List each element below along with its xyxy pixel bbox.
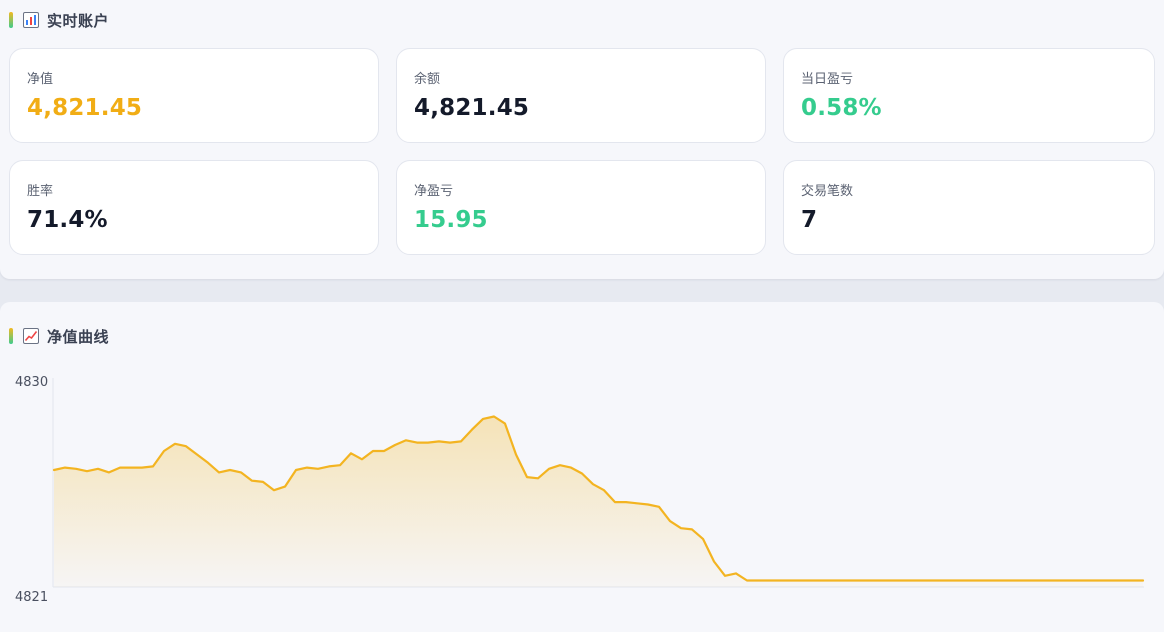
card-label: 净盈亏 — [414, 184, 454, 199]
bar-chart-icon — [23, 12, 39, 28]
section-accent-bar — [9, 12, 13, 28]
card-trade-count: 交易笔数 7 — [783, 160, 1155, 255]
account-section-title: 实时账户 — [47, 11, 110, 30]
card-label: 余额 — [414, 72, 441, 87]
account-section-header: 实时账户 — [9, 10, 109, 30]
card-label: 当日盈亏 — [801, 72, 854, 87]
equity-area — [54, 416, 1143, 587]
card-label: 交易笔数 — [801, 184, 854, 199]
card-value: 4,821.45 — [27, 95, 143, 121]
account-panel: 实时账户 净值 4,821.45 余额 4,821.45 当日盈亏 0.58% … — [0, 0, 1164, 279]
card-value: 15.95 — [414, 207, 488, 233]
card-value: 71.4% — [27, 207, 108, 233]
card-value: 4,821.45 — [414, 95, 530, 121]
card-value: 0.58% — [801, 95, 882, 121]
card-label: 净值 — [27, 72, 54, 87]
card-balance: 余额 4,821.45 — [396, 48, 766, 143]
equity-panel: 净值曲线 4830 4821 — [0, 302, 1164, 632]
equity-chart: 4830 4821 — [15, 375, 1145, 605]
card-net-value: 净值 4,821.45 — [9, 48, 379, 143]
card-net-pnl: 净盈亏 15.95 — [396, 160, 766, 255]
card-daily-pnl: 当日盈亏 0.58% — [783, 48, 1155, 143]
card-value: 7 — [801, 207, 818, 233]
card-label: 胜率 — [27, 184, 54, 199]
y-tick-label-max: 4830 — [15, 375, 48, 390]
card-win-rate: 胜率 71.4% — [9, 160, 379, 255]
y-tick-label-min: 4821 — [15, 590, 48, 605]
